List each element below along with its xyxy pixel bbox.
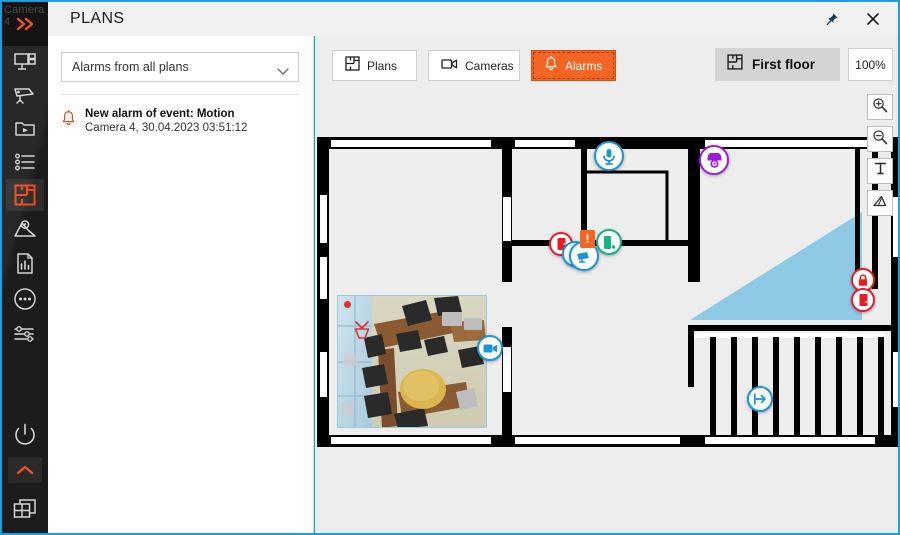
- rail-header: Camera 4: [2, 2, 48, 46]
- marker-door-alarm[interactable]: [851, 288, 875, 312]
- text-tool-button[interactable]: [867, 158, 893, 184]
- rail-item-reports[interactable]: [2, 246, 48, 281]
- triangle-ruler-icon: [872, 194, 888, 213]
- video-camera-icon: [483, 343, 498, 354]
- marker-door-open[interactable]: [596, 229, 622, 255]
- exit-arrow-icon: [753, 393, 768, 405]
- rail-item-archive[interactable]: [2, 112, 48, 145]
- alarm-bell-icon: [61, 110, 76, 131]
- page-title: PLANS: [70, 10, 125, 27]
- dome-camera-icon: [706, 152, 723, 168]
- current-floor-button[interactable]: First floor: [715, 48, 840, 81]
- power-button[interactable]: [2, 413, 48, 457]
- zoom-in-button[interactable]: [867, 94, 893, 120]
- marker-exit[interactable]: [747, 386, 773, 412]
- application-window: Camera 4 PLANS Alarms from all plans New…: [0, 0, 900, 535]
- zoom-out-button[interactable]: [867, 126, 893, 152]
- camera-cone-icon: [352, 320, 372, 342]
- plan-tool-palette: [867, 94, 893, 222]
- rail-item-settings[interactable]: [2, 316, 48, 351]
- alarm-subtitle: Camera 4, 30.04.2023 03:51:12: [85, 122, 248, 134]
- zoom-level-button[interactable]: 100%: [848, 48, 893, 81]
- pin-button[interactable]: [810, 2, 852, 36]
- lock-icon: [857, 273, 869, 287]
- camera-live-preview[interactable]: [337, 295, 487, 428]
- rail-item-plans[interactable]: [2, 178, 48, 211]
- floor-plan-icon: [727, 54, 743, 75]
- alarm-bell-icon: [544, 55, 558, 76]
- close-button[interactable]: [852, 2, 894, 36]
- marker-dome-camera[interactable]: [699, 145, 729, 175]
- tab-cameras[interactable]: Cameras: [428, 50, 520, 81]
- tab-plans[interactable]: Plans: [332, 50, 417, 81]
- rail-item-more[interactable]: [2, 281, 48, 316]
- floor-plan-icon: [345, 55, 360, 76]
- plan-toolbar: Plans Cameras Alarms First floor 100%: [315, 36, 898, 94]
- title-bar: PLANS: [48, 2, 898, 36]
- recording-dot-icon: [344, 301, 351, 308]
- chevron-down-icon: [277, 63, 289, 81]
- camera-fov-cone: [690, 212, 862, 320]
- microphone-icon: [602, 148, 616, 165]
- marker-video-camera[interactable]: [477, 335, 503, 361]
- rail-item-cameras[interactable]: [2, 79, 48, 112]
- tab-cameras-label: Cameras: [465, 58, 514, 73]
- plan-canvas[interactable]: !: [315, 94, 898, 533]
- marker-alert-badge[interactable]: !: [580, 230, 595, 248]
- door-open-icon: [603, 235, 616, 250]
- alarm-filter-select[interactable]: Alarms from all plans: [61, 52, 299, 82]
- rail-item-monitors[interactable]: [2, 46, 48, 79]
- collapse-rail-button[interactable]: [8, 457, 42, 483]
- tab-alarms[interactable]: Alarms: [531, 50, 616, 81]
- rail-footer: [2, 399, 48, 533]
- ptz-camera-icon: [576, 249, 592, 263]
- rail-item-map[interactable]: [2, 211, 48, 246]
- marker-microphone[interactable]: [594, 141, 624, 171]
- tab-plans-label: Plans: [367, 58, 398, 73]
- magnifier-minus-icon: [872, 129, 888, 150]
- current-floor-label: First floor: [752, 57, 815, 72]
- door-icon: [858, 293, 869, 307]
- magnifier-plus-icon: [872, 97, 888, 118]
- alarm-filter-value: Alarms from all plans: [72, 60, 189, 74]
- text-t-icon: [873, 161, 888, 181]
- zoom-level-label: 100%: [855, 57, 886, 72]
- panel-divider: [61, 94, 299, 95]
- floor-plan-drawing: !: [317, 137, 898, 447]
- navigation-rail: Camera 4: [2, 2, 48, 533]
- rail-item-events[interactable]: [2, 145, 48, 178]
- alarm-title: New alarm of event: Motion: [85, 108, 235, 120]
- tab-alarms-label: Alarms: [565, 58, 603, 73]
- area-tool-button[interactable]: [867, 190, 893, 216]
- alarms-panel: Alarms from all plans New alarm of event…: [48, 36, 314, 533]
- video-camera-icon: [441, 57, 458, 75]
- main-content: Plans Cameras Alarms First floor 100% !: [315, 36, 898, 533]
- expand-panel-button[interactable]: [12, 12, 40, 36]
- layouts-button[interactable]: [2, 487, 48, 533]
